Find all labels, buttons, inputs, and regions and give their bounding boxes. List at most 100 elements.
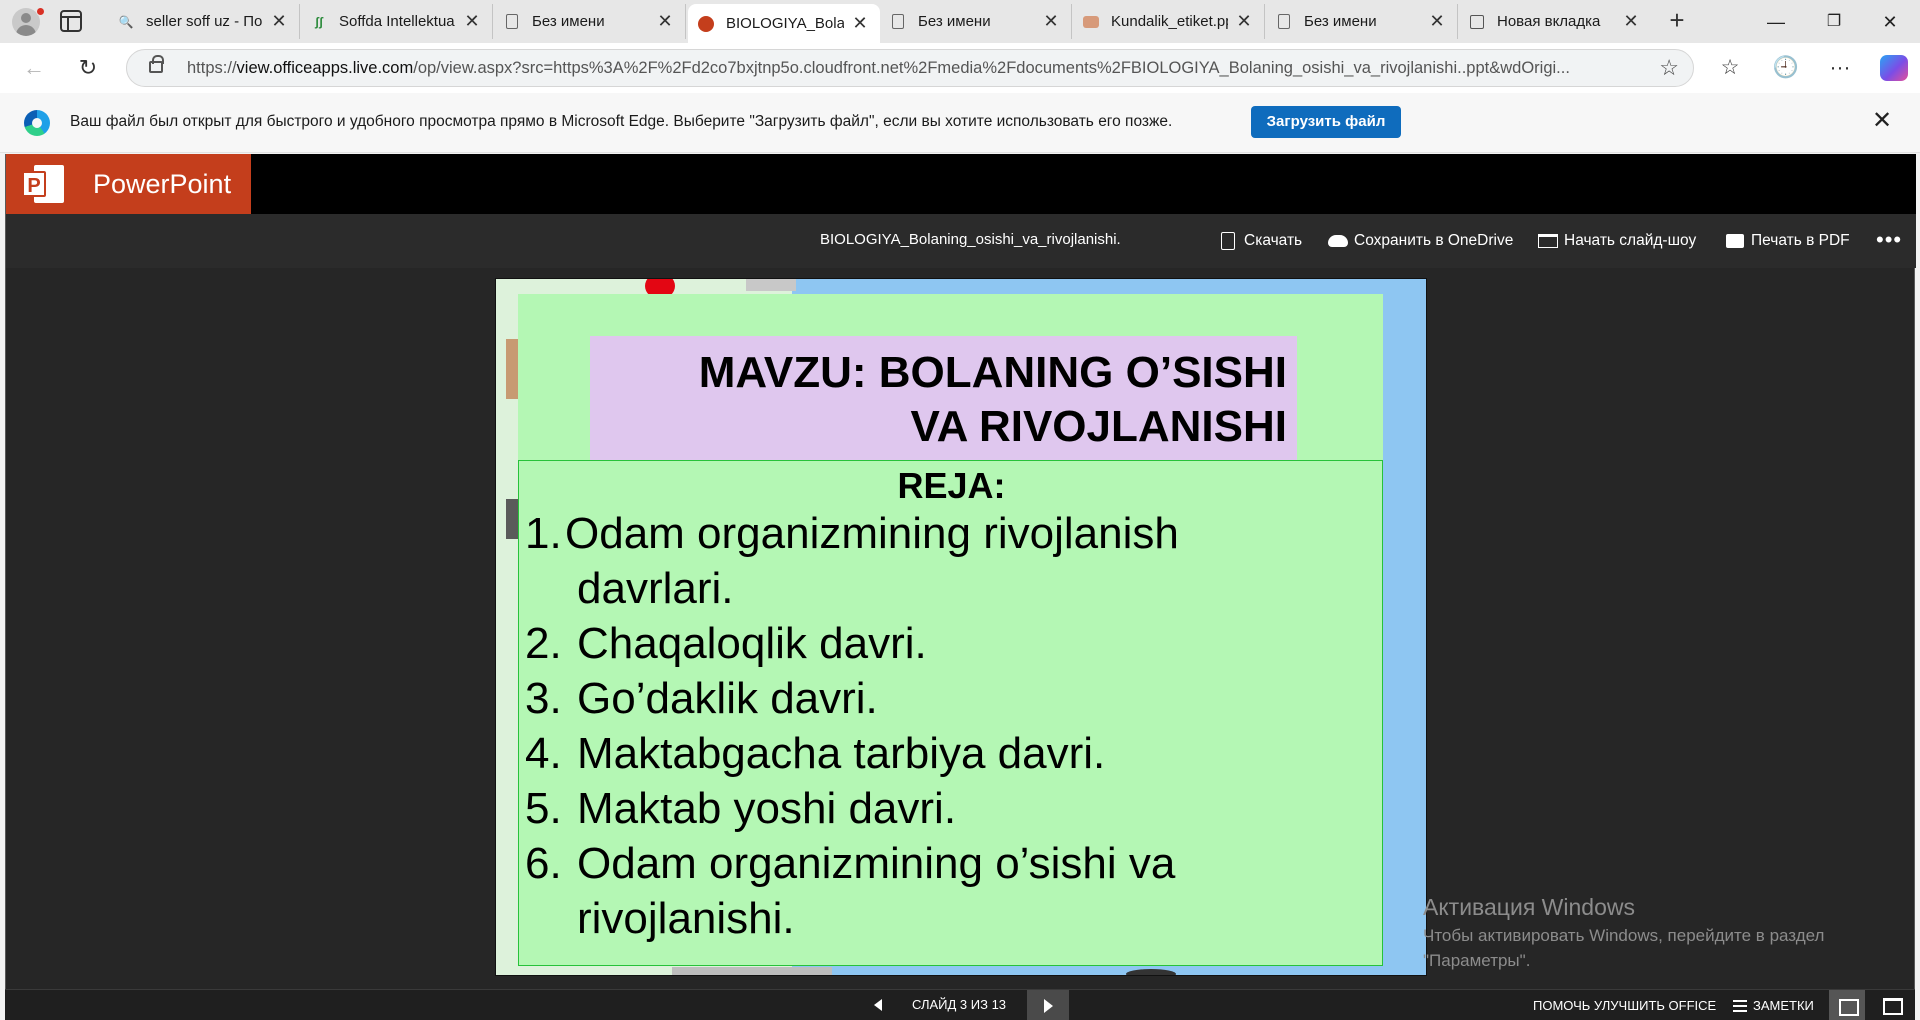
address-bar-row: ← ↻ https://view.officeapps.live.com/op/… [0,43,1920,93]
more-menu-icon[interactable]: ··· [1824,53,1856,83]
close-icon[interactable]: ✕ [1868,107,1896,135]
url-path: /op/view.aspx?src=https%3A%2F%2Fd2co7bxj… [413,59,1570,77]
printer-icon [1725,231,1745,251]
close-icon[interactable]: ✕ [1427,11,1447,32]
favorite-star-icon[interactable]: ☆ [1659,55,1679,81]
close-icon[interactable]: ✕ [462,11,482,32]
item-text: Odam organizmining o’sishi va [577,839,1176,888]
item-text: Maktab yoshi davri. [577,784,957,833]
more-options-icon[interactable]: ••• [1876,227,1902,253]
url-text[interactable]: https://view.officeapps.live.com/op/view… [187,59,1627,78]
app-name: PowerPoint [93,169,232,199]
browser-tab-strip: 🔍 seller soff uz - По ✕ ʃʃ Soffda Intell… [0,0,1920,43]
address-input[interactable]: https://view.officeapps.live.com/op/view… [126,49,1694,87]
document-title: BIOLOGIYA_Bolaning_osishi_va_rivojlanish… [820,231,1121,248]
browser-tab[interactable]: 🔍 seller soff uz - По ✕ [108,4,300,39]
powerpoint-icon [698,15,714,32]
favorites-icon[interactable]: ☆ [1714,53,1746,83]
slide-canvas[interactable]: MAVZU: BOLANING O’SISHI VA RIVOJLANISHI … [495,278,1427,976]
onedrive-label: Сохранить в OneDrive [1354,232,1514,249]
tab-title: Kundalik_etiket.pp [1111,13,1228,30]
start-slideshow-button[interactable]: Начать слайд-шоу [1538,230,1696,252]
document-icon [504,14,520,30]
new-tab-plus-icon[interactable]: + [1662,6,1692,36]
close-icon[interactable]: ✕ [850,13,870,34]
ppt-brand[interactable]: P PowerPoint [6,154,251,214]
infobar-message: Ваш файл был открыт для быстрого и удобн… [70,113,1173,130]
file-open-infobar: Ваш файл был открыт для быстрого и удобн… [0,93,1920,153]
plan-item: 1.Odam organizmining rivojlanish [525,509,1179,559]
url-host: view.officeapps.live.com [236,59,414,77]
search-icon: 🔍 [118,14,134,29]
download-label: Скачать [1244,232,1303,249]
slideshow-view-icon[interactable] [1873,995,1909,1017]
plan-heading: REJA: [897,465,1006,506]
close-icon[interactable]: ✕ [269,11,289,32]
browser-tab-active[interactable]: BIOLOGIYA_Bolan ✕ [688,4,880,43]
tab-actions-menu-icon[interactable] [60,10,82,32]
item-number: 1. [525,509,562,558]
ppt-status-bar: СЛАЙД 3 ИЗ 13 ПОМОЧЬ УЛУЧШИТЬ OFFICE ЗАМ… [5,989,1915,1020]
item-text: Go’daklik davri. [577,674,878,723]
print-label: Печать в PDF [1751,232,1850,249]
cloud-icon [1328,231,1348,251]
history-icon[interactable]: 🕘 [1770,53,1802,83]
copilot-icon[interactable] [1880,55,1908,81]
next-slide-icon[interactable] [1027,990,1069,1020]
tab-title: seller soff uz - По [146,13,263,30]
background-photo-fragment [506,499,518,539]
slide-title-line-1: MAVZU: BOLANING O’SISHI [698,348,1287,397]
notification-dot [36,7,45,16]
item-number: 4. [525,729,562,778]
close-icon[interactable]: ✕ [1621,11,1641,32]
powerpoint-logo-icon: P [22,163,64,205]
minimize-icon[interactable]: — [1756,8,1796,36]
item-text: Chaqaloqlik davri. [577,619,927,668]
help-improve-office-link[interactable]: ПОМОЧЬ УЛУЧШИТЬ OFFICE [1533,998,1716,1013]
restore-icon[interactable]: ❐ [1814,8,1854,36]
item-number: 5. [525,784,562,833]
previous-slide-icon[interactable] [868,994,890,1016]
item-number: 6. [525,839,562,888]
windows-activation-text: "Параметры". [1423,951,1531,970]
plan-item: 2. Chaqaloqlik davri. [525,619,927,669]
back-arrow-icon[interactable]: ← [18,53,50,83]
notes-button[interactable]: ЗАМЕТКИ [1733,998,1814,1013]
notes-icon [1733,999,1747,1012]
reading-view-icon[interactable] [1829,990,1865,1020]
download-file-button[interactable]: Загрузить файл [1251,106,1401,138]
window-close-icon[interactable]: ✕ [1870,8,1910,36]
browser-tab[interactable]: ʃʃ Soffda Intellektua ✕ [301,4,493,39]
save-to-onedrive-button[interactable]: Сохранить в OneDrive [1328,230,1513,252]
plan-item: rivojlanishi. [525,894,795,944]
notes-label: ЗАМЕТКИ [1753,998,1814,1013]
background-decoration [1126,969,1176,975]
tab-title: Новая вкладка [1497,13,1601,30]
plan-item: 3. Go’daklik davri. [525,674,878,724]
new-tab-page-icon [1469,14,1485,30]
print-pdf-button[interactable]: Печать в PDF [1725,230,1850,252]
close-icon[interactable]: ✕ [1234,11,1254,32]
browser-tab[interactable]: Без имени ✕ [880,4,1072,39]
download-button[interactable]: Скачать [1218,230,1302,252]
windows-activation-title: Активация Windows [1423,894,1635,920]
slide-title-box: MAVZU: BOLANING O’SISHI VA RIVOJLANISHI [590,336,1297,462]
plan-item: 5. Maktab yoshi davri. [525,784,956,834]
item-text: rivojlanishi. [577,894,795,943]
plan-item: 6. Odam organizmining o’sishi va [525,839,1175,889]
browser-tab[interactable]: Без имени ✕ [1266,4,1458,39]
plan-item: davrlari. [525,564,734,614]
edge-logo-icon [24,110,50,136]
tab-title: Без имени [1304,13,1377,30]
close-icon[interactable]: ✕ [1041,11,1061,32]
lock-icon[interactable] [149,55,164,73]
soff-logo-icon: ʃʃ [315,14,323,29]
browser-tab[interactable]: Без имени ✕ [494,4,686,39]
tab-title: Без имени [918,13,991,30]
refresh-icon[interactable]: ↻ [72,53,104,83]
close-icon[interactable]: ✕ [655,11,675,32]
browser-tab[interactable]: Новая вкладка ✕ [1459,4,1651,39]
tab-title: Soffda Intellektua [339,13,455,30]
item-text: Odam organizmining rivojlanish [565,509,1179,558]
browser-tab[interactable]: Kundalik_etiket.pp ✕ [1073,4,1265,39]
